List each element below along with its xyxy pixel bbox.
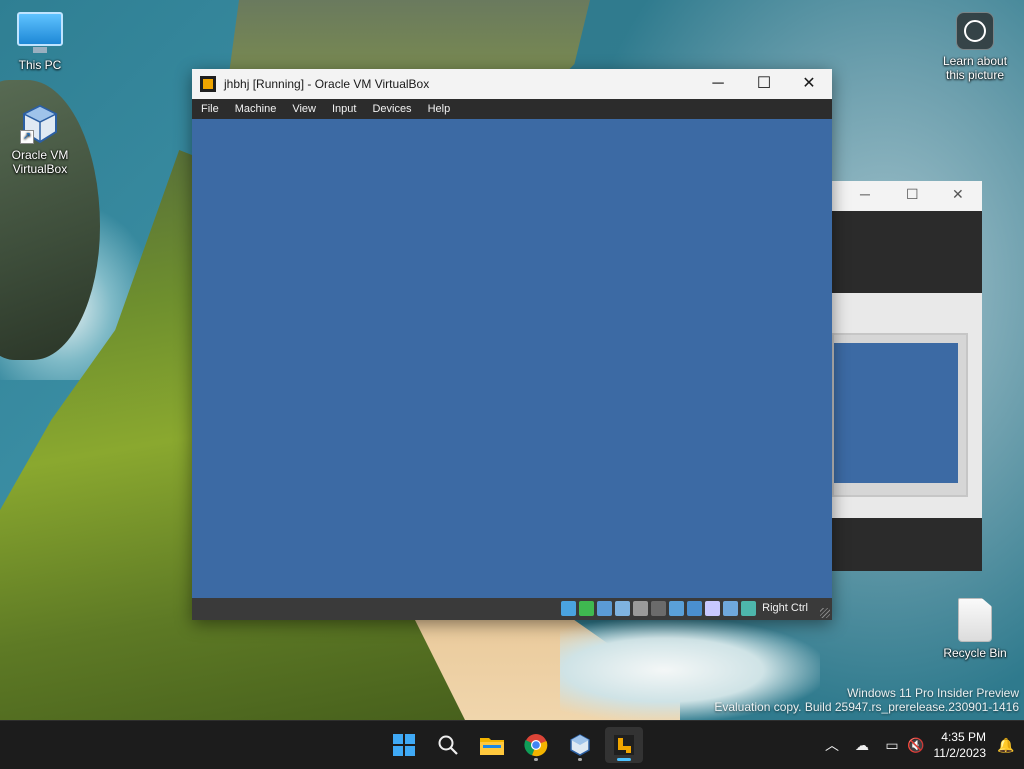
volume-muted-icon[interactable]: 🔇: [906, 735, 926, 755]
camera-info-icon: [956, 12, 994, 50]
network-icon[interactable]: [615, 601, 630, 616]
desktop-icon-label: This PC: [18, 58, 62, 72]
windows-logo-icon: [393, 734, 415, 756]
watermark-build: Evaluation copy. Build 25947.rs_prerelea…: [714, 700, 1019, 714]
menu-view[interactable]: View: [284, 99, 324, 119]
desktop-icon-virtualbox[interactable]: ↗ Oracle VM VirtualBox: [0, 104, 80, 176]
show-hidden-icons-chevron-icon[interactable]: ︿: [822, 735, 842, 755]
virtualbox-vm-window[interactable]: jhbhj [Running] - Oracle VM VirtualBox ─…: [192, 69, 832, 620]
clock-date: 11/2/2023: [933, 746, 987, 760]
vm-display[interactable]: [192, 119, 832, 598]
menu-help[interactable]: Help: [420, 99, 459, 119]
system-tray: ︿ ☁ ▭ 🔇 4:35 PM 11/2/2023 🔔: [794, 721, 1024, 769]
background-window[interactable]: ─ ☐ ✕: [832, 181, 982, 571]
close-button[interactable]: ✕: [952, 186, 964, 203]
search-button[interactable]: [429, 727, 467, 763]
network-icon[interactable]: ▭: [882, 735, 902, 755]
hard-disk-icon[interactable]: [561, 601, 576, 616]
chrome-icon: [524, 734, 548, 757]
audio-icon[interactable]: [597, 601, 612, 616]
desktop-icon-recycle-bin[interactable]: Recycle Bin: [935, 598, 1015, 660]
guest-additions-icon[interactable]: [705, 601, 720, 616]
desktop-icon-label: Oracle VM VirtualBox: [11, 148, 69, 176]
watermark-edition: Windows 11 Pro Insider Preview: [847, 686, 1019, 700]
desktop-icon-label: Learn about this picture: [942, 54, 1008, 82]
minimize-button[interactable]: ─: [695, 69, 741, 99]
close-button[interactable]: ✕: [786, 69, 832, 99]
shortcut-arrow-icon: ↗: [20, 130, 34, 144]
optical-drive-icon[interactable]: [579, 601, 594, 616]
desktop-icon-this-pc[interactable]: This PC: [0, 12, 80, 72]
background-window-content: [832, 293, 982, 518]
running-indicator: [534, 758, 538, 761]
menu-machine[interactable]: Machine: [227, 99, 285, 119]
taskbar: ︿ ☁ ▭ 🔇 4:35 PM 11/2/2023 🔔: [0, 720, 1024, 769]
folder-icon: [480, 738, 504, 755]
maximize-button[interactable]: ☐: [906, 186, 919, 203]
menu-file[interactable]: File: [192, 99, 227, 119]
window-titlebar[interactable]: jhbhj [Running] - Oracle VM VirtualBox ─…: [192, 69, 832, 99]
menu-input[interactable]: Input: [324, 99, 364, 119]
desktop-icon-learn-about-picture[interactable]: Learn about this picture: [935, 12, 1015, 82]
menu-bar: File Machine View Input Devices Help: [192, 99, 832, 119]
active-indicator: [617, 758, 631, 761]
keyboard-capture-icon[interactable]: [741, 601, 756, 616]
window-title: jhbhj [Running] - Oracle VM VirtualBox: [224, 77, 430, 91]
status-bar: Right Ctrl: [192, 598, 832, 620]
search-icon: [438, 735, 458, 755]
recycle-bin-icon: [958, 598, 992, 642]
preview-screen: [834, 343, 958, 483]
status-icons: [561, 601, 756, 617]
minimize-button[interactable]: ─: [860, 186, 870, 202]
shared-folders-icon[interactable]: [651, 601, 666, 616]
virtualbox-vm-taskbar-button[interactable]: [605, 727, 643, 763]
background-window-preview: [832, 333, 968, 497]
virtualbox-icon: ↗: [20, 104, 60, 144]
start-button[interactable]: [385, 727, 423, 763]
background-window-titlebar[interactable]: ─ ☐ ✕: [832, 181, 982, 211]
running-indicator: [578, 758, 582, 761]
clock-time: 4:35 PM: [941, 730, 986, 744]
virtualbox-vm-icon: [200, 76, 216, 92]
resize-grip[interactable]: [820, 608, 830, 618]
menu-devices[interactable]: Devices: [364, 99, 419, 119]
notification-bell-icon[interactable]: 🔔: [996, 735, 1016, 755]
host-key-label[interactable]: Right Ctrl: [762, 602, 808, 614]
video-capture-icon[interactable]: [687, 601, 702, 616]
mouse-integration-icon[interactable]: [723, 601, 738, 616]
taskbar-apps: [385, 727, 643, 763]
file-explorer-button[interactable]: [473, 727, 511, 763]
virtualbox-manager-button[interactable]: [561, 727, 599, 763]
onedrive-offline-icon[interactable]: ☁: [852, 735, 872, 755]
usb-icon[interactable]: [633, 601, 648, 616]
maximize-button[interactable]: ☐: [741, 69, 787, 99]
virtualbox-icon: [570, 734, 590, 756]
display-icon[interactable]: [669, 601, 684, 616]
clock[interactable]: 4:35 PM 11/2/2023: [934, 729, 987, 761]
windows-watermark: Windows 11 Pro Insider Preview Evaluatio…: [714, 686, 1019, 714]
desktop-icon-label: Recycle Bin: [943, 646, 1007, 660]
virtualbox-vm-icon: [614, 735, 634, 755]
chrome-button[interactable]: [517, 727, 555, 763]
computer-icon: [17, 12, 63, 53]
